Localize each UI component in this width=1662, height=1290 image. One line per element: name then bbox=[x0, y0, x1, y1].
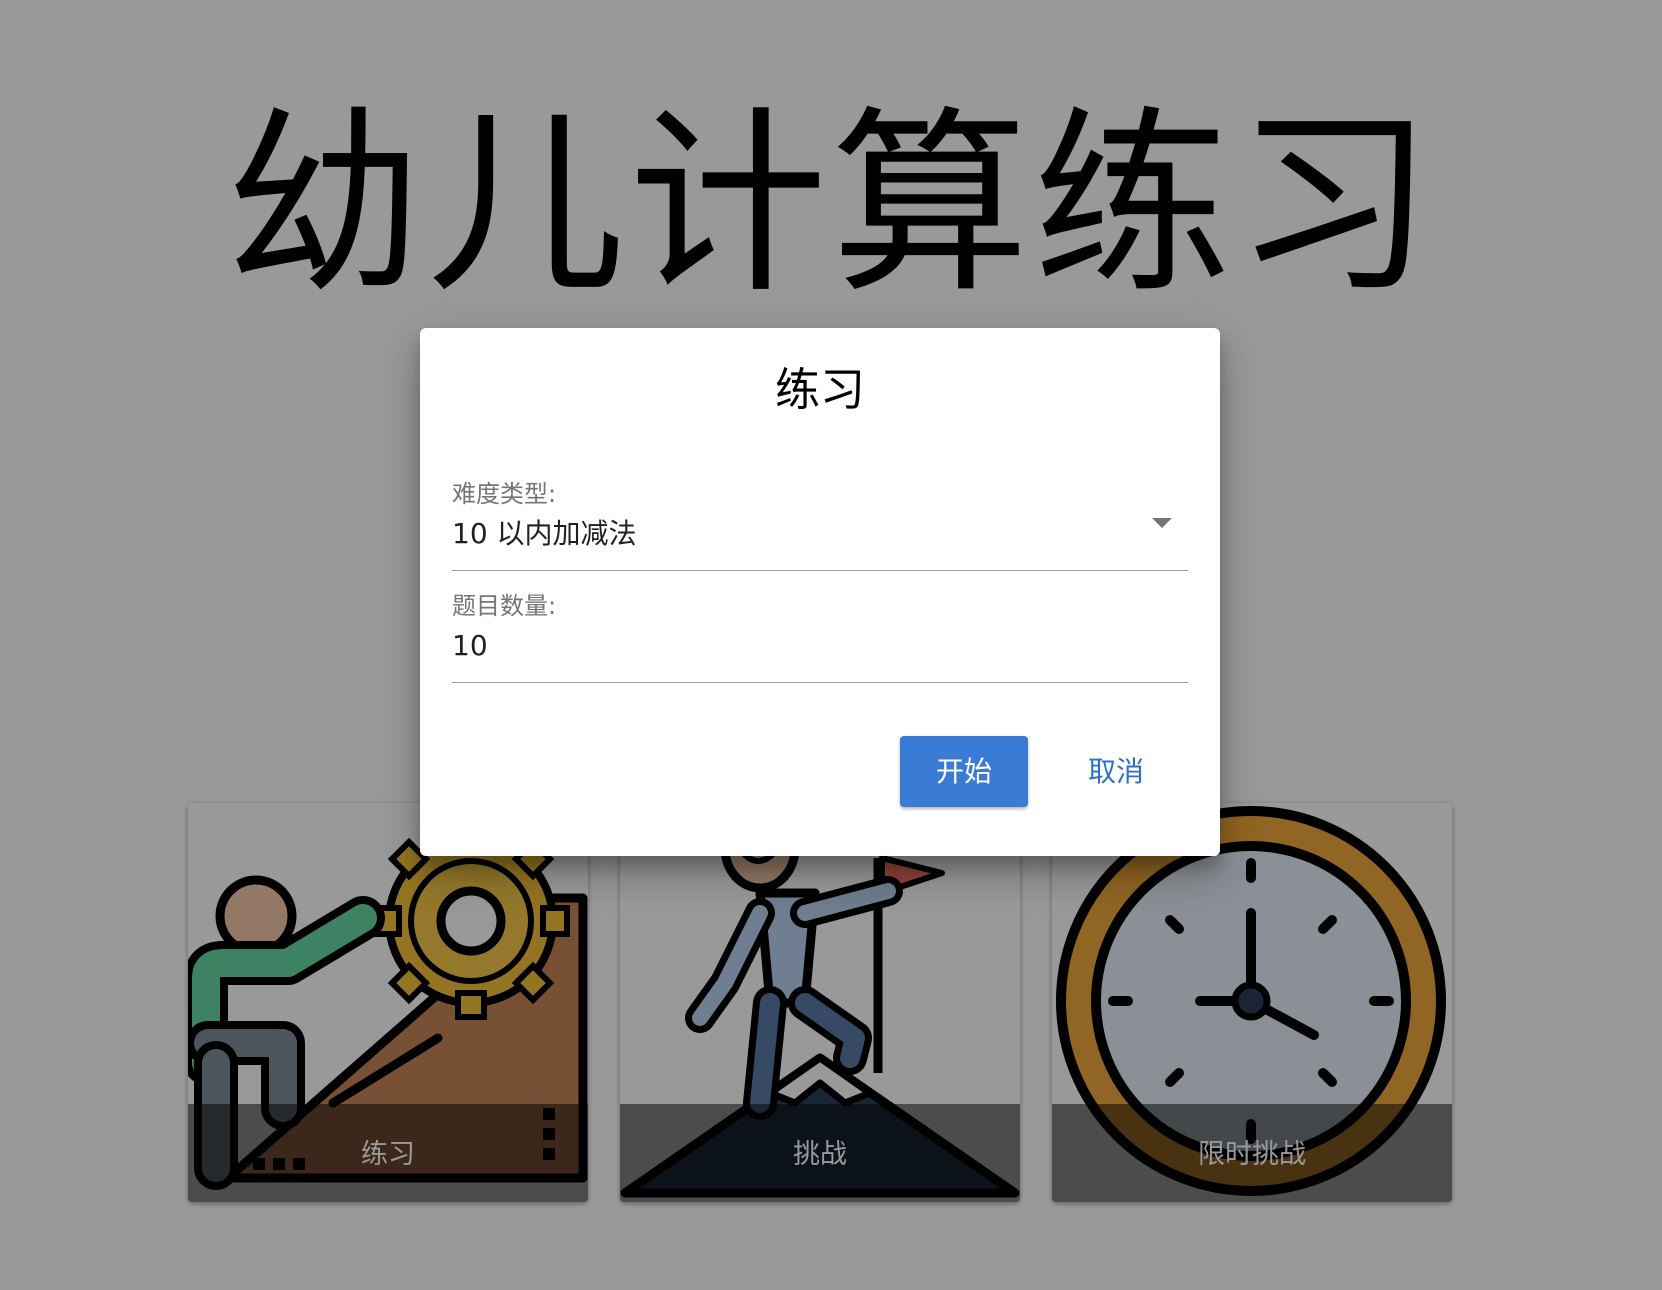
difficulty-select[interactable]: 难度类型: 10 以内加减法 bbox=[452, 466, 1188, 571]
difficulty-value: 10 以内加减法 bbox=[452, 517, 637, 550]
start-button[interactable]: 开始 bbox=[900, 736, 1028, 807]
question-count-label: 题目数量: bbox=[452, 592, 557, 620]
question-count-value[interactable]: 10 bbox=[452, 626, 488, 666]
practice-dialog: 练习 难度类型: 10 以内加减法 题目数量: 10 开始 取消 bbox=[420, 328, 1220, 856]
difficulty-label: 难度类型: bbox=[452, 480, 557, 508]
dropdown-arrow-icon[interactable] bbox=[1150, 510, 1174, 534]
dialog-title: 练习 bbox=[774, 363, 865, 416]
cancel-button[interactable]: 取消 bbox=[1052, 736, 1180, 807]
question-count-field[interactable]: 题目数量: 10 bbox=[452, 578, 1188, 683]
